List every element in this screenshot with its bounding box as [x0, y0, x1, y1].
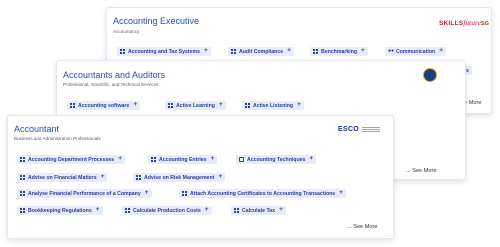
skill-tag-label: Advise on Financial Matters	[28, 174, 97, 181]
job-card-accountant[interactable]: Accountant Business and Administration P…	[7, 115, 394, 239]
skill-tag[interactable]: Accounting Techniques +	[236, 155, 317, 164]
grid-icon	[20, 157, 25, 162]
skill-tag[interactable]: Accounting Department Processes +	[17, 155, 125, 164]
grid-icon	[231, 49, 236, 54]
skill-tag[interactable]: Active Learning +	[165, 101, 226, 110]
add-icon[interactable]: +	[297, 102, 301, 109]
skill-tag[interactable]: Calculate Tax +	[231, 206, 286, 215]
add-icon[interactable]: +	[205, 207, 209, 214]
skill-tag[interactable]: Attach Accounting Certificates to Accoun…	[179, 189, 346, 198]
card-title: Accounting Executive	[113, 16, 200, 26]
skill-tag[interactable]: Analyse Financial Performance of a Compa…	[17, 189, 152, 198]
skillsfuture-logo: SKILLSfutureSG	[439, 18, 489, 27]
add-icon[interactable]: +	[339, 190, 343, 197]
grid-icon	[20, 191, 25, 196]
card-title: Accountants and Auditors	[63, 70, 166, 80]
onet-logo	[423, 68, 437, 82]
skill-tag-label: Accounting Department Processes	[28, 156, 115, 163]
skill-tag-label: Calculate Tax	[242, 207, 276, 214]
skill-tag-label: Accounting and Tax Systems	[128, 48, 200, 55]
add-icon[interactable]: +	[279, 207, 283, 214]
camera-icon	[239, 157, 244, 162]
add-icon[interactable]: +	[101, 174, 105, 181]
add-icon[interactable]: +	[211, 156, 215, 163]
skill-tag[interactable]: Accounting software +	[67, 101, 141, 110]
add-icon[interactable]: +	[96, 207, 100, 214]
add-icon[interactable]: +	[309, 156, 313, 163]
add-icon[interactable]: +	[118, 156, 122, 163]
skill-tag-label: Active Listening	[253, 102, 294, 109]
grid-icon	[245, 103, 250, 108]
skill-tag-label: Calculate Production Costs	[133, 207, 201, 214]
esco-logo: ESCO	[338, 126, 360, 133]
skill-tag-label: Attach Accounting Certificates to Accoun…	[190, 190, 336, 197]
skill-tag-label: Bookkeeping Regulations	[28, 207, 92, 214]
add-icon[interactable]: +	[133, 102, 137, 109]
skill-tag[interactable]: Calculate Production Costs +	[122, 206, 212, 215]
esco-logo-lines	[362, 127, 380, 133]
card-title: Accountant	[14, 124, 60, 134]
grid-icon	[125, 208, 130, 213]
skill-tag[interactable]: Advise on Risk Management +	[133, 173, 226, 182]
skill-tag-label: Analyse Financial Performance of a Compa…	[28, 190, 141, 197]
skill-tag[interactable]: ●● Communication +	[385, 47, 446, 56]
people-icon: ●●	[388, 48, 395, 54]
grid-icon	[313, 49, 318, 54]
skill-tag-label: Advise on Risk Management	[144, 174, 215, 181]
see-more-link[interactable]: ... See More	[406, 168, 436, 174]
add-icon[interactable]: +	[204, 48, 208, 55]
grid-icon	[20, 208, 25, 213]
grid-icon	[70, 103, 75, 108]
add-icon[interactable]: +	[218, 174, 222, 181]
skill-tag-label: Active Learning	[176, 102, 215, 109]
grid-icon	[120, 49, 125, 54]
skill-tag-label: Benchmarking	[321, 48, 358, 55]
skill-tag[interactable]: Accounting and Tax Systems +	[117, 47, 211, 56]
skill-tag-label: Accounting Techniques	[247, 156, 306, 163]
card-subtitle: Accountancy	[113, 29, 140, 34]
add-icon[interactable]: +	[439, 48, 443, 55]
grid-icon	[168, 103, 173, 108]
add-icon[interactable]: +	[287, 48, 291, 55]
skill-tag-label: Accounting software	[78, 102, 130, 109]
grid-icon	[182, 191, 187, 196]
skill-tag[interactable]: Audit Compliance +	[228, 47, 294, 56]
skill-tag[interactable]: Active Listening +	[242, 101, 304, 110]
grid-icon	[151, 157, 156, 162]
grid-icon	[136, 175, 141, 180]
card-subtitle: Business and Administration Professional…	[14, 136, 101, 141]
add-icon[interactable]: +	[361, 48, 365, 55]
skill-tag[interactable]: Accounting Entries +	[148, 155, 218, 164]
skill-tag[interactable]: Advise on Financial Matters +	[17, 173, 108, 182]
skill-tag-label: Audit Compliance	[239, 48, 284, 55]
card-subtitle: Professional, Scientific, and Technical …	[63, 82, 159, 87]
grid-icon	[234, 208, 239, 213]
grid-icon	[20, 175, 25, 180]
skill-tag-label: Communication	[396, 48, 436, 55]
skill-tag[interactable]: Benchmarking +	[310, 47, 368, 56]
add-icon[interactable]: +	[145, 190, 149, 197]
skill-tag-label: Accounting Entries	[159, 156, 207, 163]
skill-tag[interactable]: Bookkeeping Regulations +	[17, 206, 103, 215]
see-more-link[interactable]: ... See More	[347, 224, 377, 230]
add-icon[interactable]: +	[219, 102, 223, 109]
